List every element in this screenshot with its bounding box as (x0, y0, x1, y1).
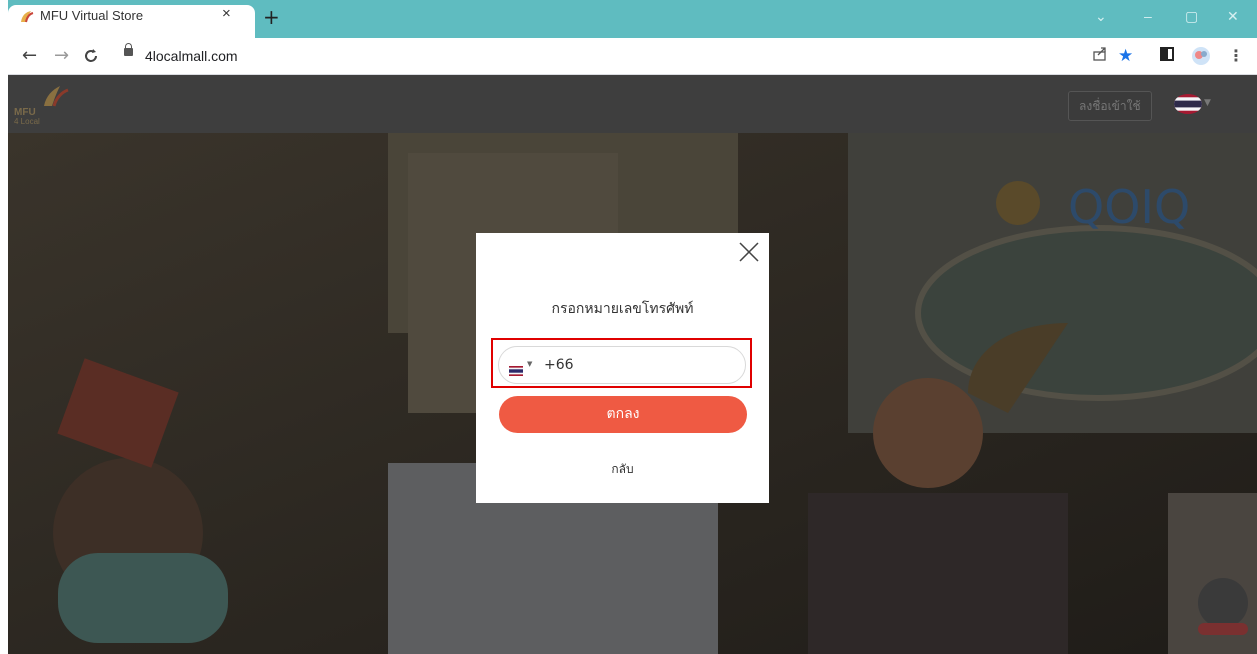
thai-flag-icon[interactable] (509, 361, 523, 376)
kebab-menu-icon[interactable]: ⋮ (1228, 46, 1244, 66)
minimize-button[interactable]: – (1144, 8, 1152, 24)
logo-subtext: 4 Local (14, 117, 40, 126)
country-dropdown-icon[interactable]: ▼ (527, 360, 532, 368)
reload-icon[interactable] (83, 44, 99, 71)
bookmark-star-icon[interactable]: ★ (1118, 46, 1133, 66)
tab-title: MFU Virtual Store (40, 8, 144, 23)
tab-close-button[interactable]: × (222, 5, 231, 22)
close-icon[interactable] (737, 240, 761, 264)
login-button[interactable]: ลงชื่อเข้าใช้ (1068, 91, 1152, 121)
close-window-button[interactable]: ✕ (1227, 8, 1239, 25)
profile-avatar-icon[interactable] (1191, 46, 1211, 71)
tab-search-button[interactable]: ⌄ (1095, 8, 1107, 25)
submit-button[interactable]: ตกลง (499, 396, 747, 433)
address-bar[interactable] (114, 44, 1044, 68)
language-dropdown-icon[interactable]: ▼ (1204, 98, 1211, 108)
url-text[interactable]: 4localmall.com (145, 44, 238, 68)
new-tab-button[interactable]: + (263, 5, 280, 29)
back-link[interactable]: กลับ (476, 460, 769, 479)
thai-flag-icon[interactable] (1174, 94, 1202, 114)
mfu-logo-icon[interactable] (30, 84, 86, 112)
favicon-icon (18, 9, 34, 25)
country-code-value[interactable]: +66 (544, 356, 574, 374)
back-arrow-icon[interactable]: ← (22, 44, 37, 68)
share-icon[interactable] (1092, 46, 1108, 67)
modal-title: กรอกหมายเลขโทรศัพท์ (551, 301, 694, 317)
maximize-button[interactable]: ▢ (1185, 8, 1198, 25)
phone-number-input[interactable] (498, 346, 746, 384)
svg-text:QOIQ: QOIQ (1068, 180, 1190, 234)
lock-icon[interactable] (124, 43, 133, 56)
forward-arrow-icon[interactable]: → (54, 44, 69, 68)
side-panel-icon[interactable] (1160, 46, 1174, 66)
